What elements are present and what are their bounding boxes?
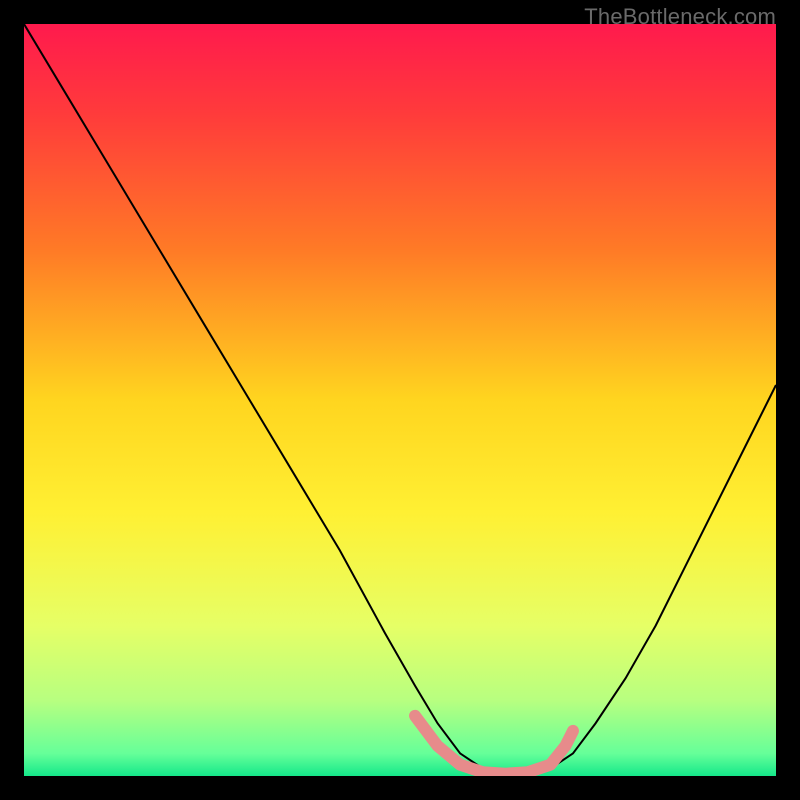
watermark-text: TheBottleneck.com: [584, 4, 776, 30]
bottleneck-chart: [24, 24, 776, 776]
chart-plot-area: [24, 24, 776, 776]
chart-background: [24, 24, 776, 776]
